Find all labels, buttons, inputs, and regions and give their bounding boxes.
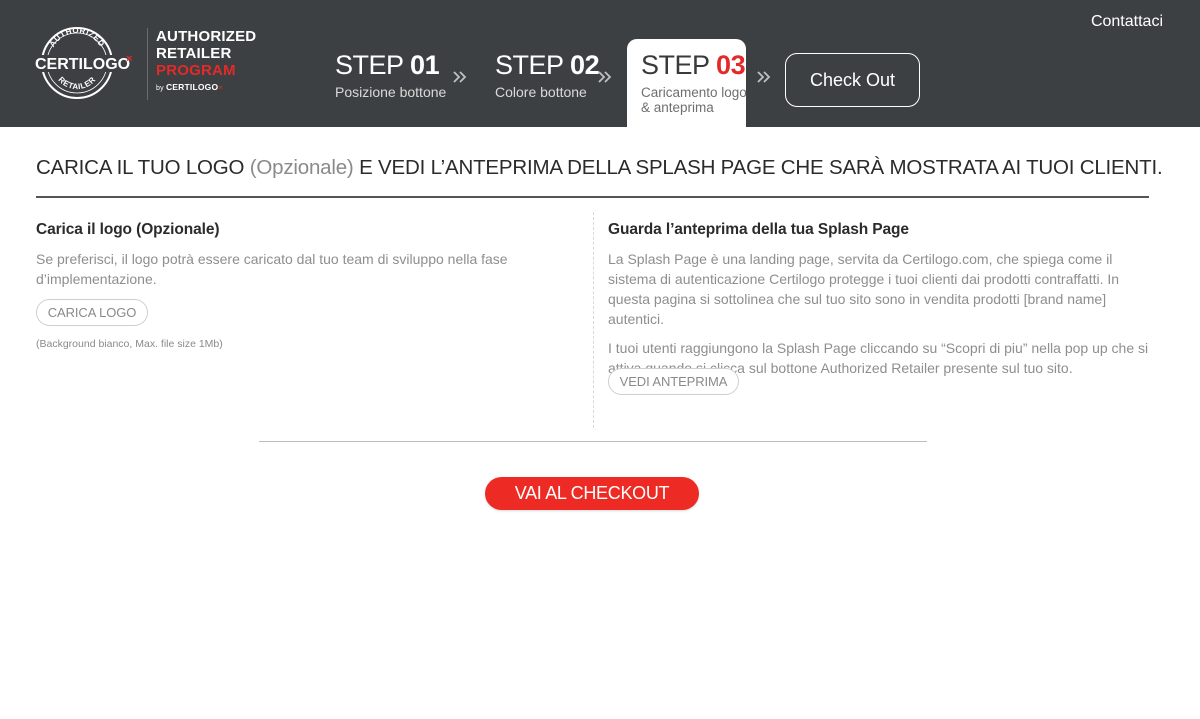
step-number: 03 xyxy=(716,50,746,80)
svg-text:×: × xyxy=(126,53,132,65)
go-to-checkout-button[interactable]: VAI AL CHECKOUT xyxy=(485,477,699,510)
contact-link[interactable]: Contattaci xyxy=(1091,13,1163,31)
by-certilogo: by CERTILOGO× xyxy=(156,82,224,92)
svg-text:RETAILER: RETAILER xyxy=(57,75,98,91)
top-header: AUTHORIZED RETAILER CERTILOGO × AUTHORIZ… xyxy=(0,0,1200,129)
step-number: 02 xyxy=(570,50,600,80)
double-chevron-right-icon xyxy=(757,71,771,83)
program-line-1: AUTHORIZED xyxy=(156,28,257,45)
upload-logo-title: Carica il logo (Opzionale) xyxy=(36,221,220,238)
program-line-2: RETAILER xyxy=(156,45,232,62)
upload-logo-button[interactable]: CARICA LOGO xyxy=(36,299,148,326)
certilogo-badge-logo[interactable]: AUTHORIZED RETAILER CERTILOGO × xyxy=(34,26,138,100)
step-caption: Caricamento logo & anteprima xyxy=(641,85,747,115)
bottom-divider xyxy=(259,441,927,442)
double-chevron-right-icon xyxy=(598,71,612,83)
double-chevron-right-icon xyxy=(453,71,467,83)
view-preview-button[interactable]: VEDI ANTEPRIMA xyxy=(608,368,739,395)
svg-text:CERTILOGO: CERTILOGO xyxy=(35,56,130,73)
upload-logo-note: (Background bianco, Max. file size 1Mb) xyxy=(36,338,223,350)
upload-logo-description: Se preferisci, il logo potrà essere cari… xyxy=(36,251,508,287)
step-caption: Colore bottone xyxy=(495,84,587,100)
step-03[interactable]: STEP 03 Caricamento logo & anteprima xyxy=(641,50,747,115)
step-word: STEP xyxy=(335,50,404,80)
step-word: STEP xyxy=(641,50,710,80)
check-out-button[interactable]: Check Out xyxy=(785,53,920,107)
step-02[interactable]: STEP 02 Colore bottone xyxy=(495,50,600,100)
preview-description: La Splash Page è una landing page, servi… xyxy=(608,251,1149,376)
step-number: 01 xyxy=(410,50,440,80)
svg-text:AUTHORIZED: AUTHORIZED xyxy=(48,26,107,49)
preview-section: Guarda l’anteprima della tua Splash Page… xyxy=(608,221,1153,387)
program-line-3: PROGRAM xyxy=(156,62,236,79)
heading-divider xyxy=(36,196,1149,198)
step-01[interactable]: STEP 01 Posizione bottone xyxy=(335,50,446,100)
logo-divider xyxy=(147,28,148,100)
step-word: STEP xyxy=(495,50,564,80)
preview-title: Guarda l’anteprima della tua Splash Page xyxy=(608,221,909,238)
column-divider xyxy=(593,212,594,428)
page-heading: CARICA IL TUO LOGO (Opzionale) E VEDI L’… xyxy=(36,156,1163,179)
upload-logo-section: Carica il logo (Opzionale) Se preferisci… xyxy=(36,221,556,298)
authorized-retailer-program-logo: AUTHORIZED RETAILER PROGRAM by CERTILOGO… xyxy=(156,28,266,92)
step-caption: Posizione bottone xyxy=(335,84,447,100)
